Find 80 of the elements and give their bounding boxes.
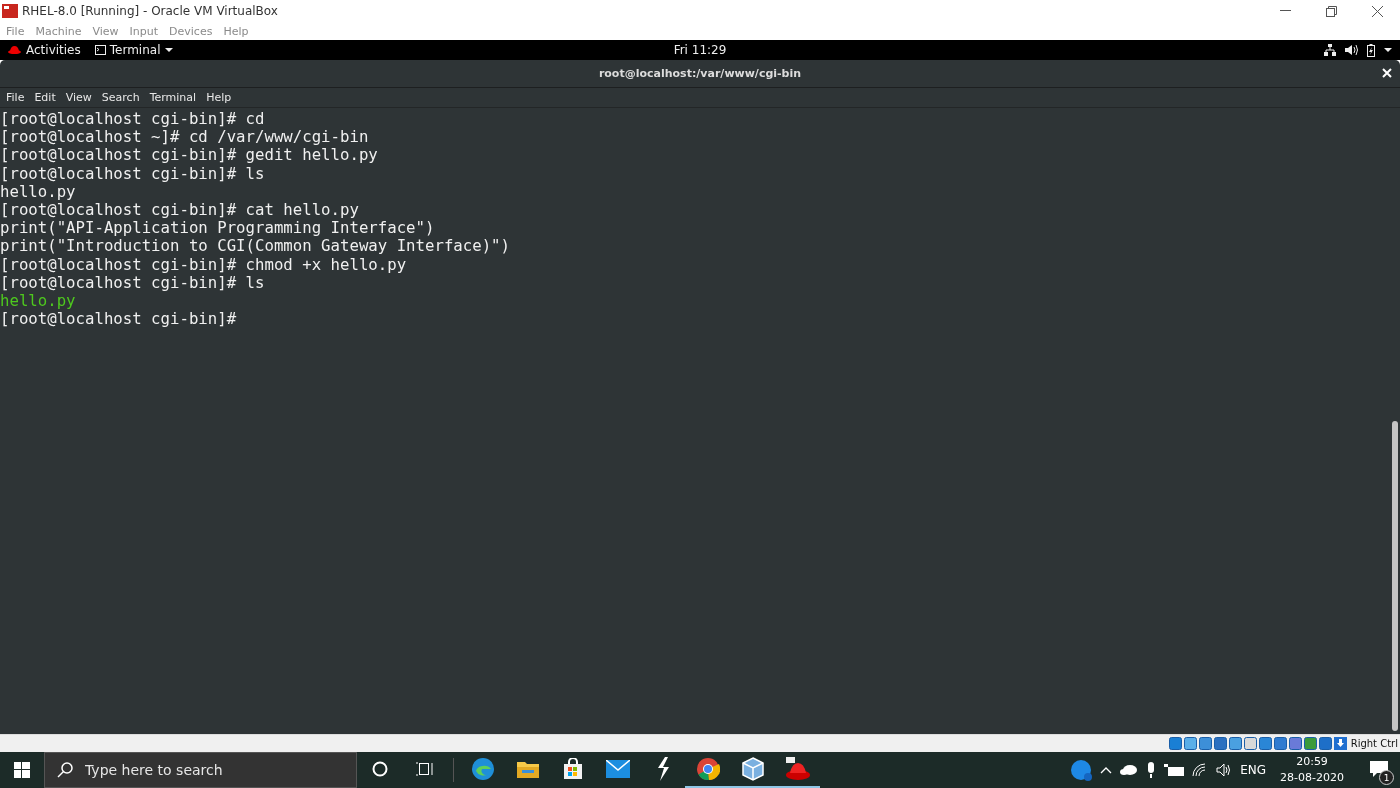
notification-button[interactable]: 1: [1364, 755, 1394, 785]
menu-item[interactable]: Devices: [169, 24, 213, 38]
minimize-icon: [1279, 10, 1291, 12]
activities-button[interactable]: Activities: [26, 43, 81, 57]
date-text: 28-08-2020: [1280, 770, 1344, 786]
cube-icon: [741, 757, 764, 781]
terminal-title: root@localhost:/var/www/cgi-bin: [598, 67, 802, 80]
speech-bubble-icon: [1369, 760, 1389, 780]
clock[interactable]: 20:59 28-08-2020: [1280, 754, 1344, 786]
battery-icon: [1367, 43, 1375, 57]
terminal-line: [root@localhost ~]# cd /var/www/cgi-bin: [0, 128, 370, 147]
device-status-icon[interactable]: [1198, 737, 1212, 750]
menu-item[interactable]: Input: [129, 24, 159, 38]
scrollbar-thumb[interactable]: [1392, 421, 1398, 731]
terminal-line: [root@localhost cgi-bin]# cat hello.py: [0, 201, 360, 220]
file-name: hello.py: [0, 292, 77, 311]
language-indicator[interactable]: ENG: [1240, 763, 1267, 777]
terminal-line: [root@localhost cgi-bin]#: [0, 310, 238, 329]
terminal-icon: [94, 45, 106, 55]
device-status-icon[interactable]: [1303, 737, 1317, 750]
terminal-line: [root@localhost cgi-bin]# ls: [0, 273, 266, 293]
device-status-icon[interactable]: [1288, 737, 1302, 750]
terminal-line: [root@localhost cgi-bin]# ls: [0, 164, 266, 183]
clock[interactable]: Fri 11:29: [673, 43, 727, 57]
chevron-up-icon[interactable]: [1100, 766, 1113, 774]
search-box[interactable]: Type here to search: [44, 752, 357, 788]
menu-item[interactable]: Help: [206, 91, 232, 104]
volume-icon: [1345, 44, 1358, 56]
menu-item[interactable]: Edit: [34, 91, 56, 104]
search-field[interactable]: Type here to search: [83, 761, 327, 779]
terminal-line: [root@localhost cgi-bin]# cd: [0, 110, 266, 129]
battery-icon: [1164, 764, 1185, 776]
device-status-icon[interactable]: [1213, 737, 1227, 750]
shopping-bag-icon: [561, 758, 584, 780]
cloud-icon: [1120, 765, 1139, 775]
menu-item[interactable]: Terminal: [149, 91, 197, 104]
device-status-icon[interactable]: [1273, 737, 1287, 750]
volume-icon: [1216, 763, 1233, 777]
down-arrow-icon: [1333, 737, 1347, 750]
lightning-icon: [655, 757, 670, 781]
device-status-icon[interactable]: [1243, 737, 1257, 750]
caret-icon: [1384, 47, 1392, 53]
menu-item[interactable]: Help: [223, 24, 249, 38]
terminal-line: hello.py: [0, 182, 76, 201]
hat-icon: [8, 46, 21, 54]
terminal-line: print("API-Application Programming Interface"): [0, 219, 436, 238]
circle-icon: [371, 761, 388, 777]
task-view-icon: [415, 761, 434, 777]
hat-icon: [784, 757, 811, 781]
close-icon[interactable]: [1382, 68, 1392, 78]
device-status-icon[interactable]: [1258, 737, 1272, 750]
circle-logo-icon: [695, 757, 720, 781]
microphone-icon: [1146, 762, 1157, 778]
device-status-icon[interactable]: [1168, 737, 1182, 750]
device-status-icon[interactable]: [1183, 737, 1197, 750]
close-icon: [1371, 5, 1383, 17]
windows-logo-icon: [14, 762, 30, 778]
device-status-icon[interactable]: [1318, 737, 1332, 750]
notification-count: 1: [1379, 770, 1394, 785]
swirl-icon: [470, 757, 495, 781]
menu-item[interactable]: Machine: [35, 24, 82, 38]
menu-item[interactable]: View: [65, 91, 92, 104]
time-text: 20:59: [1296, 754, 1328, 770]
restore-icon: [1325, 5, 1337, 17]
menu-item[interactable]: Search: [101, 91, 140, 104]
terminal-line: [root@localhost cgi-bin]# chmod +x hello.py: [0, 255, 408, 274]
search-icon: [57, 762, 73, 778]
terminal-line: [root@localhost cgi-bin]# gedit hello.py: [0, 146, 379, 165]
folder-icon: [515, 759, 540, 779]
menu-item[interactable]: File: [6, 24, 25, 38]
menu-item[interactable]: File: [6, 91, 25, 104]
host-key-label: Right Ctrl: [1350, 738, 1398, 749]
caret-icon: [165, 47, 174, 53]
envelope-icon: [605, 760, 630, 778]
terminal-line: print("Introduction to CGI(Common Gateway Interface)"): [0, 237, 511, 256]
device-status-icon[interactable]: [1228, 737, 1242, 750]
network-icon: [1324, 44, 1336, 56]
window-title: RHEL-8.0 [Running] - Oracle VM VirtualBox: [22, 4, 279, 18]
app-menu[interactable]: Terminal: [109, 43, 174, 57]
menu-item[interactable]: View: [92, 24, 119, 38]
